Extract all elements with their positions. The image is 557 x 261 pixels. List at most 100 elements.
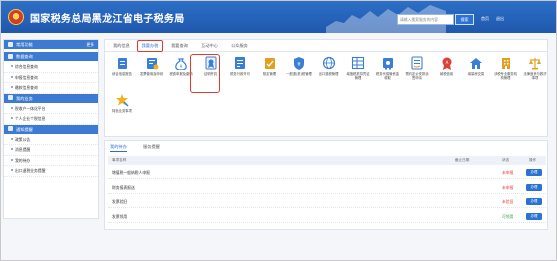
sidebar-item-label: 个人企业个税信息 — [15, 116, 46, 121]
grid-doc-icon — [351, 56, 365, 70]
service-item[interactable]: 增量房交易 — [463, 56, 489, 76]
handle-button[interactable]: 办理 — [526, 198, 542, 205]
check-doc-icon — [264, 58, 275, 69]
svg-text:¥: ¥ — [180, 64, 183, 69]
service-item[interactable]: 发票使用及申领 — [139, 56, 165, 76]
service-label: 核定管理 — [262, 72, 277, 76]
service-label: 增量房交易 — [467, 72, 485, 76]
bullet-icon — [11, 158, 13, 161]
scale-icon — [529, 58, 541, 70]
tax-emblem-logo — [8, 9, 24, 25]
sidebar-item[interactable]: 我的待办 — [4, 156, 98, 166]
status-badge: 未验旧 — [502, 199, 514, 204]
sidebar-item-label: 我的待办 — [15, 157, 31, 163]
sidebar-item-label: 消息提醒 — [15, 147, 31, 152]
service-label: 法律追责与救济事项 — [523, 72, 547, 81]
portal-title: 国家税务总局黑龙江省电子税务局 — [30, 14, 185, 25]
home-link[interactable]: 首页 — [481, 16, 489, 22]
globe-icon — [322, 56, 335, 70]
service-label: 特色业务事项 — [112, 109, 132, 113]
task-name: 发票验旧 — [112, 199, 128, 204]
svg-text:¥: ¥ — [297, 62, 300, 68]
service-item[interactable]: A 纳税信用 — [434, 56, 460, 76]
handle-button[interactable]: 办理 — [526, 212, 542, 220]
task-name: 增值税一般纳税人申报 — [112, 170, 150, 175]
section-title: 数据查询 — [16, 54, 33, 59]
sidebar-item[interactable]: 税收户一体化平台 — [4, 104, 98, 114]
sidebar-item-label: 政策公告 — [15, 136, 31, 142]
sidebar-item[interactable]: 政策公告 — [4, 135, 98, 145]
search-input[interactable]: 请输入搜索服务的内容 — [397, 14, 454, 25]
service-label: 税务代保管资金收取 — [375, 72, 400, 81]
service-item[interactable]: 增值税抵扣凭证管理 — [345, 56, 371, 80]
tax-portal-window: 国家税务总局黑龙江省电子税务局 请输入搜索服务的内容 搜索 首页 退出 常用功能… — [0, 0, 557, 261]
search-button[interactable]: 搜索 — [455, 14, 474, 25]
safe-icon — [382, 58, 393, 70]
handle-button[interactable]: 办理 — [526, 183, 542, 191]
handle-button[interactable]: 办理 — [526, 169, 542, 176]
sidebar-item[interactable]: 消息提醒 — [4, 145, 98, 156]
sidebar-item[interactable]: 申报信息查询 — [4, 73, 98, 83]
main-tabs: 我的信息 我要办税 我要查询 互动中心 公众服务 — [105, 40, 547, 52]
table-row: 增值税一般纳税人申报 未申报 办理 — [108, 166, 546, 179]
service-item[interactable]: 核定管理 — [257, 56, 283, 76]
house-icon — [470, 58, 482, 69]
column-header: 事项名称 — [112, 158, 127, 162]
sidebar-section-notice[interactable]: 通知提醒 — [4, 124, 98, 135]
sidebar-section-business[interactable]: 我的业务 — [4, 93, 98, 104]
section-title: 我的业务 — [16, 95, 33, 101]
bullet-icon — [11, 137, 13, 140]
column-header: 状态 — [502, 158, 510, 162]
briefcase-icon — [8, 95, 13, 100]
service-item[interactable]: 综合信息报告 — [109, 56, 135, 76]
sidebar-section-common[interactable]: 常用功能 更多 — [4, 40, 98, 50]
credit-icon: A — [442, 57, 451, 70]
logout-link[interactable]: 退出 — [496, 16, 504, 22]
star-icon — [8, 41, 13, 47]
service-item[interactable]: 税务行政许可 — [227, 56, 253, 76]
tab-interaction[interactable]: 互动中心 — [197, 40, 222, 52]
section-title: 常用功能 — [16, 42, 33, 47]
tab-my-todo[interactable]: 我的待办 — [110, 141, 127, 152]
tab-my-info[interactable]: 我的信息 — [109, 40, 134, 52]
tab-public-services[interactable]: 公众服务 — [227, 40, 252, 52]
service-label: 综合信息报告 — [112, 72, 132, 76]
sidebar-item[interactable]: 个人企业个税信息 — [4, 114, 98, 125]
service-item[interactable]: 涉税专业服务机构管理 — [493, 56, 519, 80]
sidebar-section-query[interactable]: 数据查询 — [4, 52, 98, 62]
building-icon — [501, 58, 510, 69]
service-item[interactable]: 特色业务事项 — [109, 93, 135, 113]
table-row: 发票领用 可领用 办理 — [108, 210, 546, 223]
table-header: 事项名称 截止日期 状态 操作 — [108, 156, 546, 165]
service-item[interactable]: ¥ 一般退(抵)税管理 — [286, 56, 312, 76]
highlight-box — [190, 54, 220, 93]
bullet-icon — [11, 86, 13, 88]
bullet-icon — [11, 75, 13, 78]
header-bar: 国家税务总局黑龙江省电子税务局 请输入搜索服务的内容 搜索 首页 退出 — [1, 1, 556, 33]
tab-query[interactable]: 我要查询 — [167, 40, 192, 52]
more-link[interactable]: 更多 — [86, 40, 94, 50]
table-row: 财务报表报送 未申报 办理 — [108, 181, 546, 194]
svg-text:A: A — [445, 60, 448, 65]
table-row: 发票验旧 未验旧 办理 — [108, 195, 546, 208]
bell-icon — [8, 126, 13, 131]
service-label: 税务行政许可 — [230, 72, 250, 76]
sidebar-item[interactable]: 缴款信息查询 — [4, 83, 98, 94]
bullet-icon — [11, 148, 13, 150]
task-name: 发票领用 — [112, 213, 128, 219]
service-label: 一般退(抵)税管理 — [286, 72, 312, 76]
service-item[interactable]: 法律追责与救济事项 — [522, 56, 548, 80]
todo-panel: 我的待办 服务提醒 事项名称 截止日期 状态 操作 增值税一般纳税人申报 未申报办… — [104, 140, 548, 230]
service-item[interactable]: 预约定价安排谈签申请 — [404, 56, 430, 80]
sidebar-item-label: 综合信息查询 — [15, 64, 38, 69]
search-icon — [8, 53, 13, 59]
status-badge: 未申报 — [502, 184, 514, 190]
tab-tax-services[interactable]: 我要办税 — [137, 40, 163, 52]
status-badge: 可领用 — [502, 213, 514, 219]
tab-service-reminder[interactable]: 服务提醒 — [143, 141, 160, 152]
sidebar-item[interactable]: 综合信息查询 — [4, 62, 98, 73]
sidebar-item-label: 缴款信息查询 — [15, 85, 38, 90]
service-item[interactable]: 出口退税管理 — [316, 56, 342, 76]
sidebar-item[interactable]: 出口退税业务提醒 — [4, 166, 98, 177]
service-item[interactable]: 税务代保管资金收取 — [375, 56, 401, 80]
